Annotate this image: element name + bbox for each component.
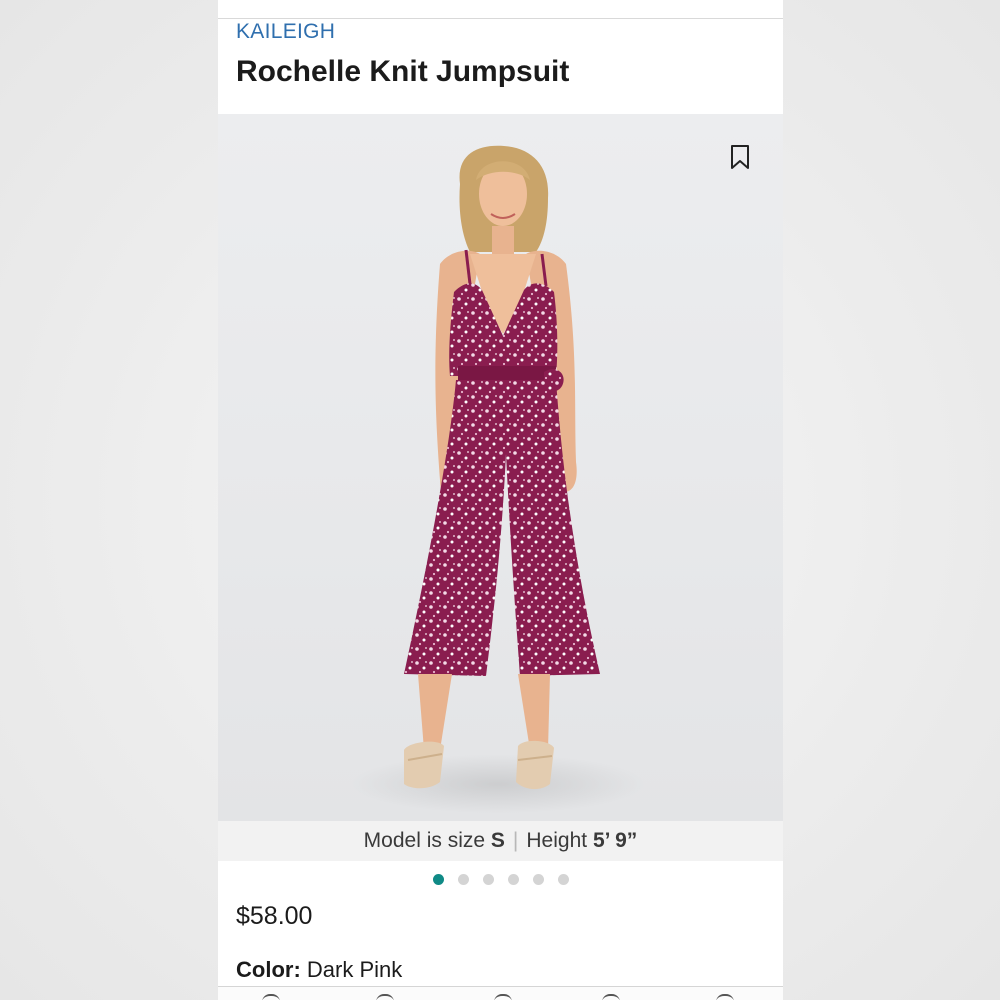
- brand-name[interactable]: KAILEIGH: [236, 20, 335, 44]
- model-size-prefix: Model is size: [363, 829, 486, 852]
- product-photo: [404, 145, 600, 790]
- product-card: KAILEIGH Rochelle Knit Jumpsuit Model is…: [218, 0, 783, 1000]
- product-image-carousel[interactable]: [218, 114, 783, 821]
- carousel-dot-2[interactable]: [457, 874, 469, 885]
- color-value: Dark Pink: [306, 957, 403, 982]
- header-sliver: [218, 0, 783, 18]
- color-label: Color:: [236, 957, 301, 982]
- product-price: $58.00: [236, 902, 313, 930]
- color-selection: Color: Dark Pink: [236, 957, 402, 983]
- product-title: Rochelle Knit Jumpsuit: [236, 55, 570, 88]
- carousel-dot-5[interactable]: [532, 874, 544, 885]
- divider: [218, 18, 783, 19]
- model-height-prefix: Height: [526, 829, 588, 852]
- save-button[interactable]: [726, 140, 754, 174]
- model-size-info: Model is size S | Height 5’ 9”: [218, 821, 783, 861]
- carousel-dot-4[interactable]: [507, 874, 519, 885]
- model-size-value: S: [490, 829, 505, 852]
- separator: |: [512, 829, 519, 852]
- carousel-dot-1[interactable]: [432, 874, 444, 885]
- model-height-value: 5’ 9”: [592, 829, 638, 852]
- carousel-dot-6[interactable]: [557, 874, 569, 885]
- carousel-pagination: [218, 874, 783, 888]
- carousel-dot-3[interactable]: [482, 874, 494, 885]
- bookmark-icon: [731, 145, 749, 169]
